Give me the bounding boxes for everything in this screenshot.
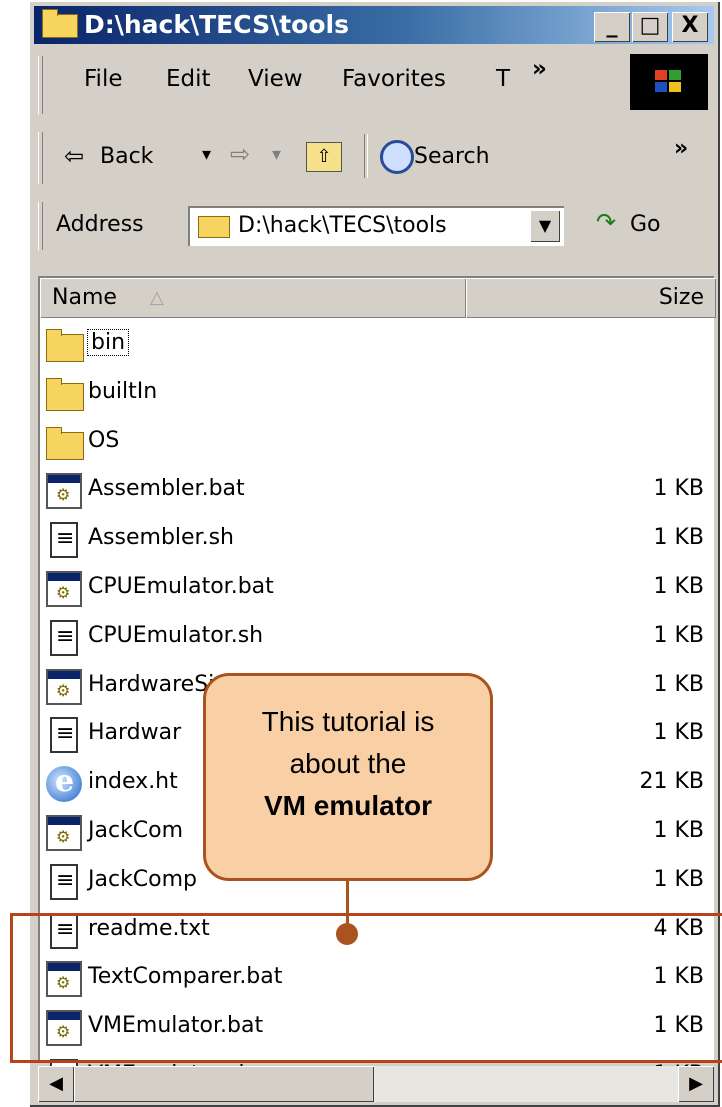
horizontal-scrollbar[interactable]: ◀ ▶: [38, 1066, 714, 1102]
menu-grip[interactable]: [38, 56, 43, 114]
address-folder-icon: [198, 216, 230, 238]
text-file-icon: [50, 522, 78, 559]
search-button[interactable]: Search: [414, 144, 490, 169]
go-button[interactable]: ↷ Go: [586, 206, 698, 246]
list-item[interactable]: bin: [46, 322, 712, 368]
file-size: 1 KB: [653, 866, 704, 892]
list-item[interactable]: builtIn: [46, 371, 712, 417]
scroll-left-button[interactable]: ◀: [38, 1066, 74, 1102]
batch-file-icon: [46, 668, 82, 705]
back-dropdown-icon[interactable]: ▾: [202, 144, 211, 165]
file-name: CPUEmulator.bat: [88, 574, 274, 599]
folder-icon: [46, 426, 84, 460]
list-item[interactable]: Assembler.bat 1 KB: [46, 468, 712, 514]
file-size: 1 KB: [653, 671, 704, 697]
back-label: Back: [100, 144, 154, 169]
file-name: Assembler.sh: [88, 525, 234, 551]
batch-file-icon: [46, 473, 82, 510]
file-name: bin: [86, 329, 130, 356]
menu-file[interactable]: File: [84, 66, 123, 92]
address-dropdown-button[interactable]: ▼: [530, 210, 560, 242]
file-size: 1 KB: [653, 476, 704, 502]
folder-icon: [46, 377, 84, 411]
file-name: JackComp: [88, 866, 198, 892]
file-size: 1 KB: [653, 622, 704, 648]
menu-favorites[interactable]: Favorites: [342, 66, 446, 92]
text-file-icon: [50, 619, 78, 656]
window-title: D:\hack\TECS\tools: [84, 10, 349, 39]
title-bar[interactable]: D:\hack\TECS\tools _ □ X: [34, 6, 714, 44]
file-size: 21 KB: [639, 769, 704, 795]
folder-icon: [46, 329, 84, 362]
forward-dropdown-icon[interactable]: ▾: [272, 144, 281, 165]
search-icon[interactable]: [380, 140, 414, 174]
maximize-button[interactable]: □: [632, 12, 668, 42]
menu-tools[interactable]: T: [496, 66, 510, 92]
menu-view[interactable]: View: [248, 66, 303, 92]
file-name: index.ht: [88, 769, 178, 795]
address-field[interactable]: D:\hack\TECS\tools ▼: [188, 206, 564, 246]
callout-pointer-dot: [336, 923, 358, 945]
toolbar-grip[interactable]: [38, 132, 43, 184]
go-label: Go: [630, 212, 661, 237]
list-item[interactable]: Assembler.sh 1 KB: [46, 517, 712, 563]
file-name: builtIn: [88, 378, 158, 404]
list-item[interactable]: CPUEmulator.bat 1 KB: [46, 566, 712, 612]
toolbar-more-chevron-icon[interactable]: »: [674, 136, 688, 161]
folder-icon: [42, 9, 78, 38]
callout-line-2: about the: [289, 748, 407, 779]
batch-file-icon: [46, 815, 82, 851]
go-arrow-icon: ↷: [596, 208, 617, 236]
list-item[interactable]: CPUEmulator.sh 1 KB: [46, 615, 712, 661]
list-header: Name △ Size: [40, 278, 714, 318]
forward-arrow-icon[interactable]: ⇨: [230, 140, 250, 168]
column-header-size[interactable]: Size: [466, 278, 716, 318]
text-file-icon: [50, 717, 78, 754]
column-header-name[interactable]: Name △: [40, 278, 466, 318]
scroll-right-button[interactable]: ▶: [678, 1066, 714, 1102]
file-name: Assembler.bat: [88, 476, 245, 502]
file-size: 1 KB: [653, 525, 704, 551]
toolbar-separator: [364, 134, 368, 178]
batch-file-icon: [46, 571, 82, 607]
text-file-icon: [50, 863, 78, 900]
vm-emulator-highlight-box: [10, 913, 722, 1063]
address-label: Address: [56, 212, 144, 237]
address-bar: Address D:\hack\TECS\tools ▼ ↷ Go: [34, 196, 714, 256]
callout-line-3: VM emulator: [263, 790, 433, 821]
minimize-button[interactable]: _: [594, 12, 630, 42]
windows-logo-icon: [630, 54, 708, 110]
standard-toolbar: ⇦ Back ▾ ⇨ ▾ ⇧ Search »: [34, 126, 714, 190]
file-size: 1 KB: [653, 818, 704, 843]
file-size: 1 KB: [653, 720, 704, 746]
address-value: D:\hack\TECS\tools: [238, 213, 447, 238]
tutorial-callout: This tutorial is about the VM emulator: [203, 673, 493, 881]
list-item[interactable]: OS: [46, 420, 712, 466]
file-name: JackCom: [88, 818, 184, 843]
callout-line-1: This tutorial is: [261, 706, 435, 737]
menu-more-chevron-icon[interactable]: »: [532, 56, 547, 82]
sort-indicator-icon: △: [150, 287, 164, 308]
address-grip[interactable]: [38, 202, 43, 250]
file-name: Hardwar: [88, 720, 182, 746]
up-folder-icon[interactable]: ⇧: [306, 142, 342, 172]
file-size: 1 KB: [653, 574, 704, 599]
menu-bar: File Edit View Favorites T »: [34, 50, 714, 120]
close-button[interactable]: X: [672, 12, 708, 42]
scroll-thumb[interactable]: [74, 1066, 374, 1102]
menu-edit[interactable]: Edit: [166, 66, 211, 92]
back-arrow-icon: ⇦: [64, 142, 85, 170]
file-name: OS: [88, 427, 120, 453]
internet-explorer-icon: [46, 764, 82, 803]
file-name: CPUEmulator.sh: [88, 622, 264, 648]
